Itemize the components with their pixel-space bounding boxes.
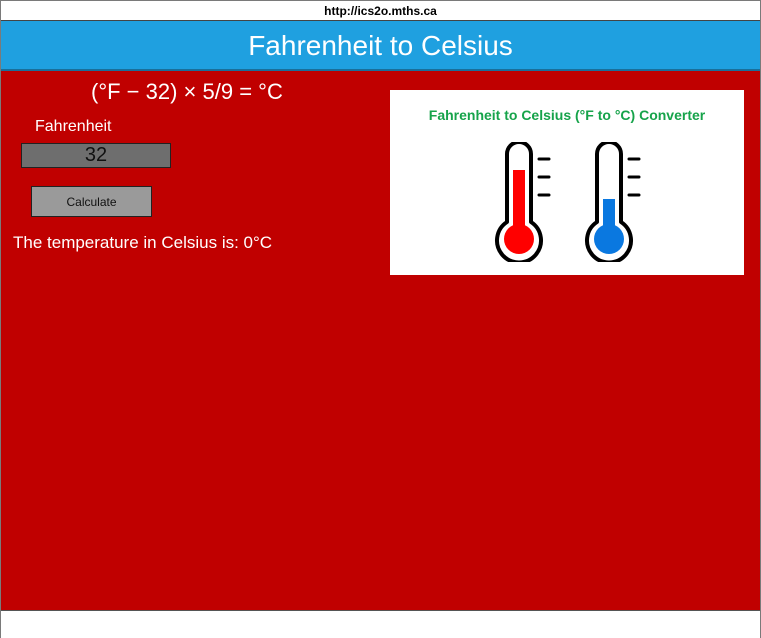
converter-image-title: Fahrenheit to Celsius (°F to °C) Convert… [428,107,706,123]
thermometer-cold-icon [585,142,641,262]
calculate-button[interactable]: Calculate [31,186,152,217]
main-content: (°F − 32) × 5/9 = °C Fahrenheit Calculat… [1,71,760,610]
page-footer [1,610,760,638]
browser-window: http://ics2o.mths.ca Fahrenheit to Celsi… [0,0,761,638]
url-bar[interactable]: http://ics2o.mths.ca [1,1,760,21]
conversion-formula: (°F − 32) × 5/9 = °C [91,79,283,104]
celsius-result: The temperature in Celsius is: 0°C [13,233,273,252]
page-header: Fahrenheit to Celsius [1,21,760,71]
thermometer-hot-icon [495,142,551,262]
fahrenheit-label: Fahrenheit [35,118,112,135]
fahrenheit-input[interactable] [21,143,171,168]
page-title: Fahrenheit to Celsius [248,30,513,61]
converter-image: Fahrenheit to Celsius (°F to °C) Convert… [390,90,744,275]
